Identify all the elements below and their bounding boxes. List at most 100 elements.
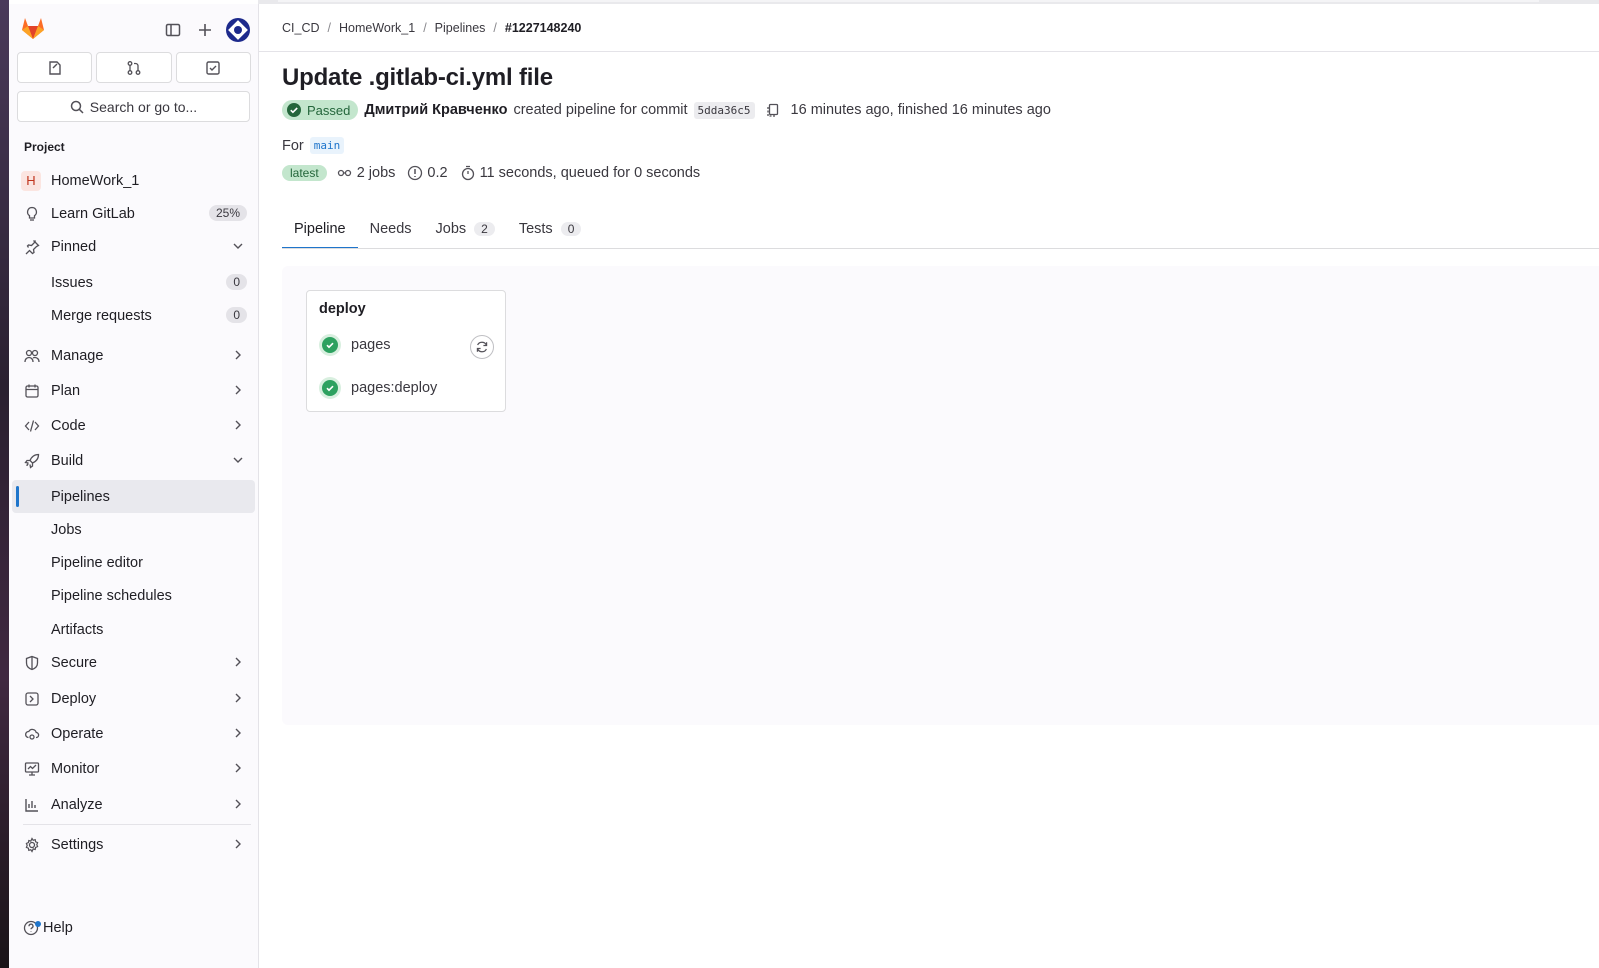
breadcrumb: CI_CD / HomeWork_1 / Pipelines / #122714… [282,21,581,35]
sidebar-item-deploy[interactable]: Deploy [12,682,255,715]
sidebar-item-pipelines[interactable]: Pipelines [12,480,255,513]
help-button[interactable]: Help [23,920,73,936]
code-icon [23,417,41,435]
tab-count-badge: 2 [474,222,495,236]
sidebar-item-label: Issues [51,274,93,291]
jobs-count: 2 jobs [356,165,396,181]
page-title: Update .gitlab-ci.yml file [282,64,553,91]
sidebar-top-actions [162,18,250,42]
sidebar-item-issues[interactable]: Issues 0 [12,266,255,299]
calendar-icon [23,382,41,400]
sidebar-item-label: Pipeline editor [51,554,143,571]
chevron-right-icon [235,763,241,773]
tab-needs[interactable]: Needs [358,209,424,249]
help-label: Help [43,920,73,936]
sidebar-item-label: Merge requests [51,307,152,324]
sidebar-item-merge-requests[interactable]: Merge requests 0 [12,299,255,332]
todos-button[interactable] [175,52,251,83]
search-placeholder: Search or go to... [89,98,198,115]
chevron-right-icon [235,420,241,430]
help-notification-dot [35,921,41,927]
stage-name: deploy [319,301,366,317]
rocket-icon [23,452,41,470]
chevron-right-icon [235,657,241,667]
pipeline-tabs: Pipeline Needs Jobs 2 Tests 0 [282,209,1599,249]
tab-label: Pipeline [294,221,346,237]
pipeline-stats: latest 2 jobs 0.2 11 seconds, queued for… [282,165,706,181]
assigned-issues-button[interactable] [17,52,93,83]
sidebar-item-learn-gitlab[interactable]: Learn GitLab 25% [12,197,255,230]
sidebar-item-label: Analyze [51,796,103,813]
sidebar-item-secure[interactable]: Secure [12,646,255,679]
duration-stat: 11 seconds, queued for 0 seconds [460,165,700,181]
job-item[interactable]: pages:deploy [319,377,437,399]
sidebar-item-label: Code [51,417,86,434]
check-circle-icon [287,103,301,117]
chevron-right-icon [235,799,241,809]
tabs-divider [282,248,1599,249]
for-label: For [282,137,304,154]
status-label: Passed [307,102,351,118]
search-icon [70,100,84,114]
tab-jobs[interactable]: Jobs 2 [424,209,507,249]
search-button[interactable]: Search or go to... [17,91,250,122]
job-name: pages:deploy [351,380,438,396]
sidebar-item-settings[interactable]: Settings [12,828,255,861]
merge-request-icon [127,60,141,75]
commit-sha[interactable]: 5dda36c5 [693,101,755,119]
chart-icon [23,796,41,814]
copy-icon[interactable] [765,102,781,118]
sidebar-item-build[interactable]: Build [12,444,255,477]
sidebar-item-label: Manage [51,347,104,364]
sidebar-item-pipeline-schedules[interactable]: Pipeline schedules [12,579,255,612]
project-avatar: H [21,170,41,191]
chevron-down-icon [233,243,243,249]
breadcrumb-group[interactable]: CI_CD [282,21,320,35]
sidebar-item-pinned[interactable]: Pinned [12,230,255,263]
collapse-sidebar-icon[interactable] [162,19,184,41]
sidebar-item-operate[interactable]: Operate [12,717,255,750]
sidebar-item-label: Artifacts [51,621,104,638]
retry-job-button[interactable] [470,335,494,359]
breadcrumb-current[interactable]: #1227148240 [505,21,581,35]
gitlab-logo-icon[interactable] [20,15,46,41]
breadcrumb-separator: / [493,21,497,35]
tab-tests[interactable]: Tests 0 [507,209,594,249]
sidebar-item-label: Pipelines [51,488,110,505]
latest-badge: latest [282,165,327,181]
tab-count-badge: 0 [560,222,582,236]
sidebar-item-label: Monitor [51,760,100,777]
sidebar-item-artifacts[interactable]: Artifacts [12,613,255,646]
shield-icon [23,654,41,672]
issues-icon [48,60,61,75]
status-badge[interactable]: Passed [282,100,359,120]
sidebar-item-code[interactable]: Code [12,409,255,442]
sidebar-item-manage[interactable]: Manage [12,339,255,372]
chevron-right-icon [235,350,241,360]
sidebar-item-label: Pinned [51,238,97,255]
sidebar-item-pipeline-editor[interactable]: Pipeline editor [12,546,255,579]
sidebar-item-label: Operate [51,725,104,742]
user-avatar[interactable] [226,18,250,42]
breadcrumb-pipelines[interactable]: Pipelines [435,21,486,35]
tab-pipeline[interactable]: Pipeline [282,209,358,249]
jobs-stat: 2 jobs [337,165,396,181]
create-new-icon[interactable] [194,19,216,41]
sidebar-item-label: Deploy [51,690,97,707]
status-success-icon [319,377,341,399]
todo-icon [206,60,221,75]
breadcrumb-project[interactable]: HomeWork_1 [339,21,415,35]
author-link[interactable]: Дмитрий Кравченко [364,102,507,118]
sidebar-item-monitor[interactable]: Monitor [12,752,255,785]
branch-link[interactable]: main [309,137,345,154]
sidebar-item-jobs[interactable]: Jobs [12,513,255,546]
coverage-icon [408,165,423,181]
merge-requests-button[interactable] [96,52,172,83]
sidebar-item-plan[interactable]: Plan [12,374,255,407]
stage-column: deploy pages pages:deploy [306,290,506,412]
cloud-gear-icon [23,725,41,743]
sidebar-divider [23,824,251,825]
sidebar-item-analyze[interactable]: Analyze [12,788,255,821]
job-item[interactable]: pages [319,334,391,356]
sidebar-item-project[interactable]: H HomeWork_1 [12,164,255,197]
